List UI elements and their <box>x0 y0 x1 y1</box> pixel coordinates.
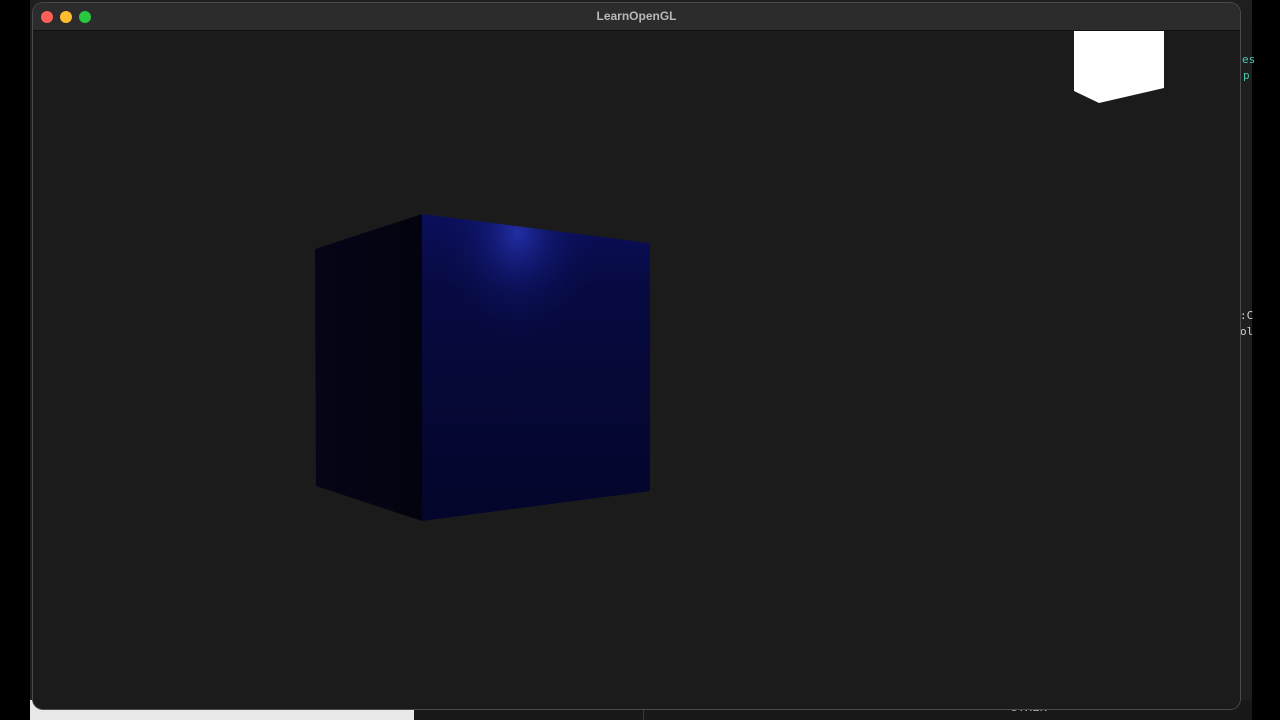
close-button[interactable] <box>41 11 53 23</box>
cube-left-face <box>315 214 422 521</box>
background-code-fragment: ol <box>1240 325 1254 338</box>
background-editor-gutter <box>1240 20 1252 700</box>
opengl-window: LearnOpenGL <box>33 3 1240 709</box>
minimize-button[interactable] <box>60 11 72 23</box>
maximize-button[interactable] <box>79 11 91 23</box>
background-code-fragment: p <box>1243 69 1250 82</box>
render-viewport[interactable] <box>33 31 1240 709</box>
lit-cube <box>315 214 650 521</box>
title-bar[interactable]: LearnOpenGL <box>33 3 1240 31</box>
window-title: LearnOpenGL <box>596 9 677 23</box>
scene-canvas <box>315 31 1164 521</box>
desktop: es p :C ol OTHER LearnOpenGL <box>0 0 1280 720</box>
background-code-fragment: es <box>1242 53 1256 66</box>
cube-specular-highlight <box>422 214 650 521</box>
background-code-fragment: :C <box>1240 309 1254 322</box>
light-source-cube <box>1074 31 1164 103</box>
